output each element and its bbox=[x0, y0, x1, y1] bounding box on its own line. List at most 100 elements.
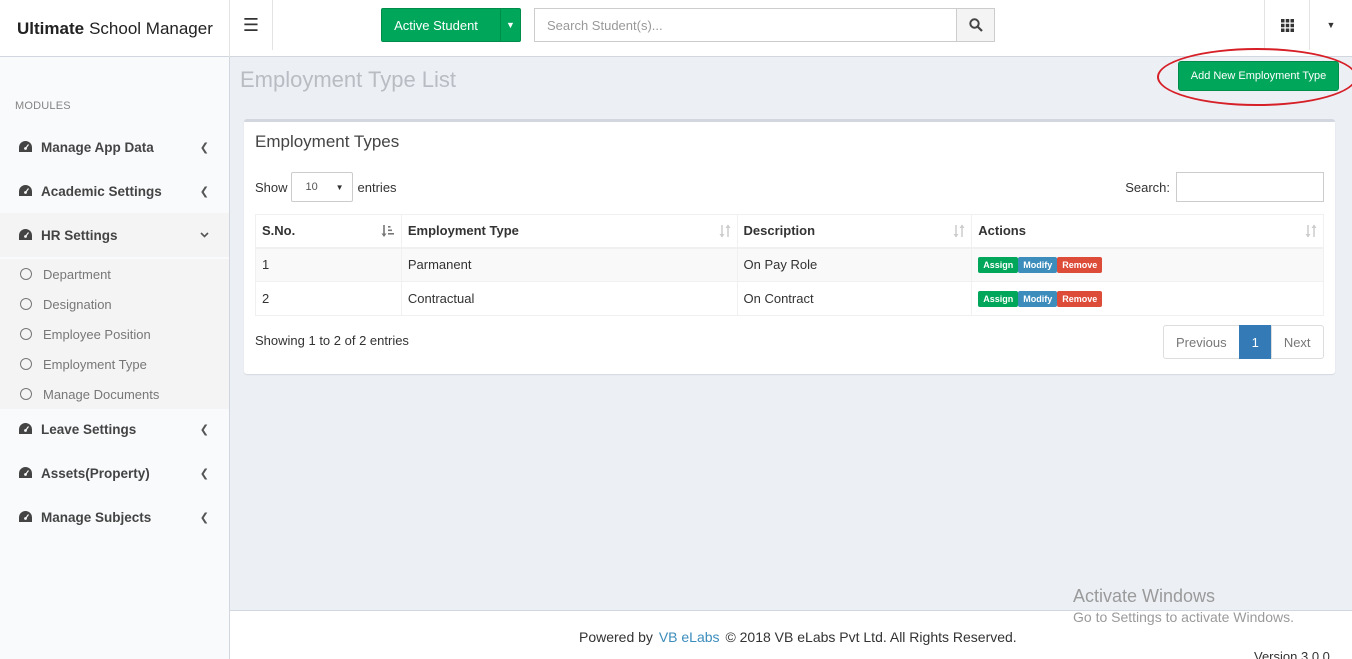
caret-down-icon: ▼ bbox=[1326, 20, 1336, 30]
dashboard-icon bbox=[18, 422, 33, 436]
sidebar-item-label: Manage Subjects bbox=[41, 509, 152, 525]
table-search: Search: bbox=[1125, 172, 1324, 202]
assign-button[interactable]: Assign bbox=[978, 256, 1019, 273]
sort-both-icon bbox=[1305, 224, 1317, 241]
brand-rest: School Manager bbox=[89, 18, 213, 38]
cell-employment-type: Contractual bbox=[400, 281, 738, 316]
sidebar-subitem-manage-documents[interactable]: Manage Documents bbox=[0, 379, 229, 409]
table-row: 2 Contractual On Contract Assign Modify … bbox=[255, 281, 1324, 316]
sidebar-item-label: HR Settings bbox=[41, 227, 118, 243]
search-icon bbox=[968, 18, 983, 32]
employment-types-table: S.No. Employment Type Description Action… bbox=[255, 214, 1324, 316]
sort-both-icon bbox=[953, 224, 965, 241]
chevron-left-icon: ❮ bbox=[199, 511, 209, 524]
entries-select[interactable]: 10 ▼ bbox=[290, 172, 353, 202]
student-search-input[interactable] bbox=[534, 8, 956, 42]
watermark-line-1: Activate Windows bbox=[1073, 586, 1216, 606]
circle-icon bbox=[20, 298, 32, 310]
chevron-left-icon: ❮ bbox=[199, 467, 209, 480]
caret-down-icon[interactable]: ▼ bbox=[500, 9, 520, 41]
sidebar-item-assets-property[interactable]: Assets(Property) ❮ bbox=[0, 451, 229, 495]
chevron-down-icon bbox=[200, 213, 209, 257]
pagination-next-button[interactable]: Next bbox=[1270, 325, 1324, 359]
watermark-line-2: Go to Settings to activate Windows. bbox=[1073, 609, 1294, 625]
sidebar-toggle-button[interactable]: ☰ bbox=[230, 0, 273, 50]
box-title: Employment Types bbox=[255, 132, 400, 151]
cell-actions: Assign Modify Remove bbox=[971, 281, 1324, 316]
add-new-employment-type-button[interactable]: Add New Employment Type bbox=[1178, 61, 1339, 91]
company-link[interactable]: VB eLabs bbox=[659, 629, 720, 645]
app-brand[interactable]: Ultimate School Manager bbox=[0, 0, 230, 57]
page-title: Employment Type List bbox=[240, 67, 457, 92]
modify-button[interactable]: Modify bbox=[1018, 256, 1058, 273]
pagination-page-button[interactable]: 1 bbox=[1238, 325, 1272, 359]
entries-label: entries bbox=[357, 179, 397, 195]
sidebar-subitem-designation[interactable]: Designation bbox=[0, 289, 229, 319]
column-header-actions[interactable]: Actions bbox=[971, 214, 1324, 249]
circle-icon bbox=[20, 388, 32, 400]
cell-sno: 2 bbox=[255, 281, 402, 316]
remove-button[interactable]: Remove bbox=[1057, 256, 1103, 273]
sidebar-subitem-employment-type[interactable]: Employment Type bbox=[0, 349, 229, 379]
table-header-row: S.No. Employment Type Description Action… bbox=[255, 214, 1324, 249]
activate-windows-watermark: Activate Windows Go to Settings to activ… bbox=[1073, 586, 1294, 625]
hamburger-icon: ☰ bbox=[242, 14, 260, 35]
cell-actions: Assign Modify Remove bbox=[971, 247, 1324, 282]
sidebar-subitem-label: Manage Documents bbox=[43, 386, 160, 402]
chevron-left-icon: ❮ bbox=[199, 185, 209, 198]
cell-description: On Pay Role bbox=[736, 247, 973, 282]
column-header-description[interactable]: Description bbox=[736, 214, 973, 249]
chevron-left-icon: ❮ bbox=[199, 423, 209, 436]
entries-select-value: 10 bbox=[305, 181, 318, 193]
dashboard-icon bbox=[18, 510, 33, 524]
sidebar-item-label: Manage App Data bbox=[41, 139, 154, 155]
assign-button[interactable]: Assign bbox=[978, 290, 1019, 307]
column-header-label: Employment Type bbox=[407, 223, 519, 239]
circle-icon bbox=[20, 328, 32, 340]
table-search-input[interactable] bbox=[1176, 172, 1324, 202]
pagination-previous-button[interactable]: Previous bbox=[1163, 325, 1240, 359]
sidebar-subitem-label: Employee Position bbox=[43, 326, 151, 342]
brand-bold: Ultimate bbox=[17, 18, 85, 38]
top-navbar: Ultimate School Manager ☰ Active Student… bbox=[0, 0, 1352, 57]
sidebar-subitem-label: Employment Type bbox=[43, 356, 147, 372]
sidebar-item-academic-settings[interactable]: Academic Settings ❮ bbox=[0, 169, 229, 213]
chevron-left-icon: ❮ bbox=[199, 141, 209, 154]
search-button[interactable] bbox=[956, 8, 995, 42]
column-header-employment-type[interactable]: Employment Type bbox=[400, 214, 738, 249]
search-label: Search: bbox=[1125, 179, 1170, 195]
dashboard-icon bbox=[18, 140, 33, 154]
cell-description: On Contract bbox=[736, 281, 973, 316]
apps-grid-button[interactable] bbox=[1264, 0, 1309, 50]
modify-button[interactable]: Modify bbox=[1018, 290, 1058, 307]
dashboard-icon bbox=[18, 184, 33, 198]
sidebar-item-label: Assets(Property) bbox=[41, 465, 150, 481]
caret-down-icon: ▼ bbox=[335, 182, 344, 192]
active-student-button[interactable]: Active Student ▼ bbox=[381, 8, 521, 42]
sidebar-item-hr-settings[interactable]: HR Settings bbox=[0, 213, 229, 257]
employment-types-box: Employment Types Show 10 ▼ entries Searc… bbox=[244, 119, 1335, 374]
grid-icon bbox=[1280, 18, 1294, 32]
active-student-label: Active Student bbox=[394, 17, 478, 33]
sidebar-subitem-employee-position[interactable]: Employee Position bbox=[0, 319, 229, 349]
pagination: Previous 1 Next bbox=[1163, 325, 1324, 359]
column-header-label: S.No. bbox=[262, 223, 296, 239]
sidebar-item-manage-app-data[interactable]: Manage App Data ❮ bbox=[0, 125, 229, 169]
entries-length-control: Show 10 ▼ entries bbox=[255, 172, 397, 202]
copyright-text: © 2018 VB eLabs Pvt Ltd. All Rights Rese… bbox=[725, 629, 1017, 645]
powered-by-label: Powered by bbox=[579, 629, 653, 645]
sidebar-item-manage-subjects[interactable]: Manage Subjects ❮ bbox=[0, 495, 229, 539]
sort-both-icon bbox=[719, 224, 731, 241]
cell-employment-type: Parmanent bbox=[400, 247, 738, 282]
sidebar-subitem-department[interactable]: Department bbox=[0, 259, 229, 289]
dashboard-icon bbox=[18, 466, 33, 480]
table-row: 1 Parmanent On Pay Role Assign Modify Re… bbox=[255, 247, 1324, 282]
sidebar-item-leave-settings[interactable]: Leave Settings ❮ bbox=[0, 407, 229, 451]
column-header-label: Description bbox=[743, 223, 816, 239]
user-menu-dropdown[interactable]: ▼ bbox=[1309, 0, 1352, 50]
sidebar-section-label: MODULES bbox=[15, 100, 71, 112]
sidebar-item-label: Leave Settings bbox=[41, 421, 137, 437]
show-label: Show bbox=[255, 179, 288, 195]
column-header-sno[interactable]: S.No. bbox=[255, 214, 402, 249]
remove-button[interactable]: Remove bbox=[1057, 290, 1103, 307]
